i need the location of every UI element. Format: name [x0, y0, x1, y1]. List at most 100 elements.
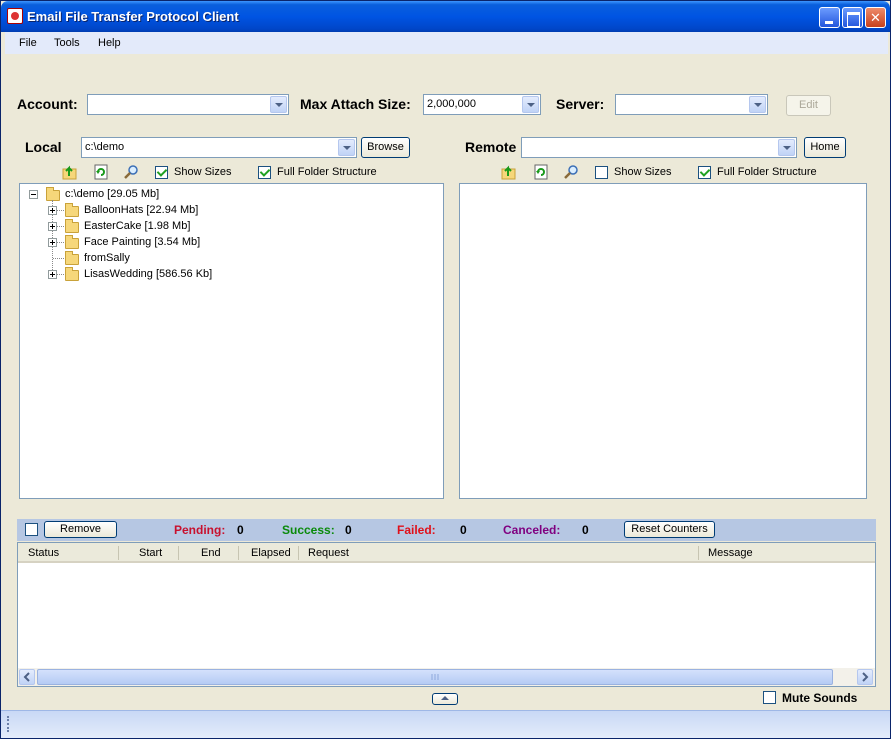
menu-tools[interactable]: Tools [54, 37, 80, 49]
expand-icon[interactable] [48, 238, 57, 247]
col-elapsed[interactable]: Elapsed [251, 547, 291, 559]
tree-item[interactable]: fromSally [84, 252, 130, 264]
remote-full-folder-label: Full Folder Structure [717, 166, 817, 178]
remove-button[interactable]: Remove [44, 521, 117, 538]
expand-icon[interactable] [48, 222, 57, 231]
folder-icon [65, 203, 79, 217]
search-icon[interactable] [563, 164, 579, 180]
max-attach-value: 2,000,000 [427, 98, 476, 110]
success-label: Success: [282, 523, 335, 537]
local-full-folder-label: Full Folder Structure [277, 166, 377, 178]
failed-count: 0 [460, 523, 467, 537]
tree-item[interactable]: Face Painting [3.54 Mb] [84, 236, 200, 248]
tree-item[interactable]: EasterCake [1.98 Mb] [84, 220, 190, 232]
remote-show-sizes-label: Show Sizes [614, 166, 672, 178]
refresh-icon[interactable] [93, 164, 109, 180]
column-divider[interactable] [118, 546, 119, 560]
expand-panel-button[interactable] [432, 693, 458, 705]
local-show-sizes-checkbox[interactable] [155, 166, 168, 179]
transfer-list[interactable]: Status Start End Elapsed Request Message [17, 542, 876, 687]
maximize-button[interactable] [842, 7, 863, 28]
menu-bar: File Tools Help [5, 32, 888, 54]
close-button[interactable]: ✕ [865, 7, 886, 28]
remote-full-folder-checkbox[interactable] [698, 166, 711, 179]
tree-item[interactable]: LisasWedding [586.56 Kb] [84, 268, 212, 280]
max-attach-combo[interactable]: 2,000,000 [423, 94, 541, 115]
local-label: Local [25, 139, 62, 155]
server-label: Server: [556, 96, 605, 112]
local-full-folder-checkbox[interactable] [258, 166, 271, 179]
server-combo[interactable] [615, 94, 768, 115]
scroll-right-icon[interactable] [857, 669, 873, 685]
home-button[interactable]: Home [804, 137, 846, 158]
queue-status-bar: Remove Pending: 0 Success: 0 Failed: 0 C… [17, 519, 876, 541]
minimize-button[interactable] [819, 7, 840, 28]
app-icon [7, 8, 23, 24]
browse-button[interactable]: Browse [361, 137, 410, 158]
scroll-thumb[interactable] [37, 669, 833, 685]
remote-path-combo[interactable] [521, 137, 797, 158]
folder-icon [65, 267, 79, 281]
column-divider[interactable] [698, 546, 699, 560]
remote-tree[interactable] [459, 183, 867, 499]
edit-button[interactable]: Edit [786, 95, 831, 116]
expand-icon[interactable] [48, 206, 57, 215]
local-show-sizes-label: Show Sizes [174, 166, 232, 178]
mute-sounds-checkbox[interactable] [763, 691, 776, 704]
local-path-combo[interactable]: c:\demo [81, 137, 357, 158]
tree-line [53, 258, 64, 259]
chevron-down-icon[interactable] [778, 139, 795, 156]
refresh-icon[interactable] [533, 164, 549, 180]
grip-icon[interactable] [7, 716, 9, 732]
column-divider[interactable] [298, 546, 299, 560]
scroll-left-icon[interactable] [19, 669, 35, 685]
failed-label: Failed: [397, 523, 436, 537]
max-attach-label: Max Attach Size: [300, 96, 411, 112]
canceled-label: Canceled: [503, 523, 561, 537]
account-combo[interactable] [87, 94, 289, 115]
collapse-icon[interactable] [29, 190, 38, 199]
account-label: Account: [17, 96, 78, 112]
pending-label: Pending: [174, 523, 226, 537]
chevron-up-icon [441, 696, 449, 700]
folder-icon [65, 251, 79, 265]
app-window: Email File Transfer Protocol Client ✕ Fi… [0, 0, 891, 739]
chevron-down-icon[interactable] [522, 96, 539, 113]
local-path-value: c:\demo [85, 141, 125, 153]
folder-icon [65, 219, 79, 233]
remote-show-sizes-checkbox[interactable] [595, 166, 608, 179]
window-title: Email File Transfer Protocol Client [27, 9, 239, 24]
pending-count: 0 [237, 523, 244, 537]
expand-icon[interactable] [48, 270, 57, 279]
status-bar [1, 710, 890, 738]
search-icon[interactable] [123, 164, 139, 180]
horizontal-scrollbar[interactable] [18, 668, 875, 686]
transfer-list-header: Status Start End Elapsed Request Message [18, 543, 875, 563]
title-bar[interactable]: Email File Transfer Protocol Client ✕ [1, 1, 890, 32]
local-tree[interactable]: c:\demo [29.05 Mb] BalloonHats [22.94 Mb… [19, 183, 444, 499]
tree-root[interactable]: c:\demo [29.05 Mb] [65, 188, 159, 200]
column-divider[interactable] [238, 546, 239, 560]
chevron-down-icon[interactable] [338, 139, 355, 156]
canceled-count: 0 [582, 523, 589, 537]
success-count: 0 [345, 523, 352, 537]
reset-counters-button[interactable]: Reset Counters [624, 521, 715, 538]
menu-file[interactable]: File [19, 37, 37, 49]
folder-icon [65, 235, 79, 249]
up-folder-icon[interactable] [62, 164, 78, 180]
menu-help[interactable]: Help [98, 37, 121, 49]
chevron-down-icon[interactable] [749, 96, 766, 113]
col-status[interactable]: Status [28, 547, 59, 559]
col-request[interactable]: Request [308, 547, 349, 559]
remote-label: Remote [465, 139, 517, 155]
up-folder-icon[interactable] [501, 164, 517, 180]
col-end[interactable]: End [201, 547, 221, 559]
select-all-checkbox[interactable] [25, 523, 38, 536]
col-start[interactable]: Start [139, 547, 162, 559]
folder-open-icon [46, 187, 60, 201]
tree-item[interactable]: BalloonHats [22.94 Mb] [84, 204, 198, 216]
mute-sounds-label: Mute Sounds [782, 691, 858, 705]
column-divider[interactable] [178, 546, 179, 560]
col-message[interactable]: Message [708, 547, 753, 559]
chevron-down-icon[interactable] [270, 96, 287, 113]
